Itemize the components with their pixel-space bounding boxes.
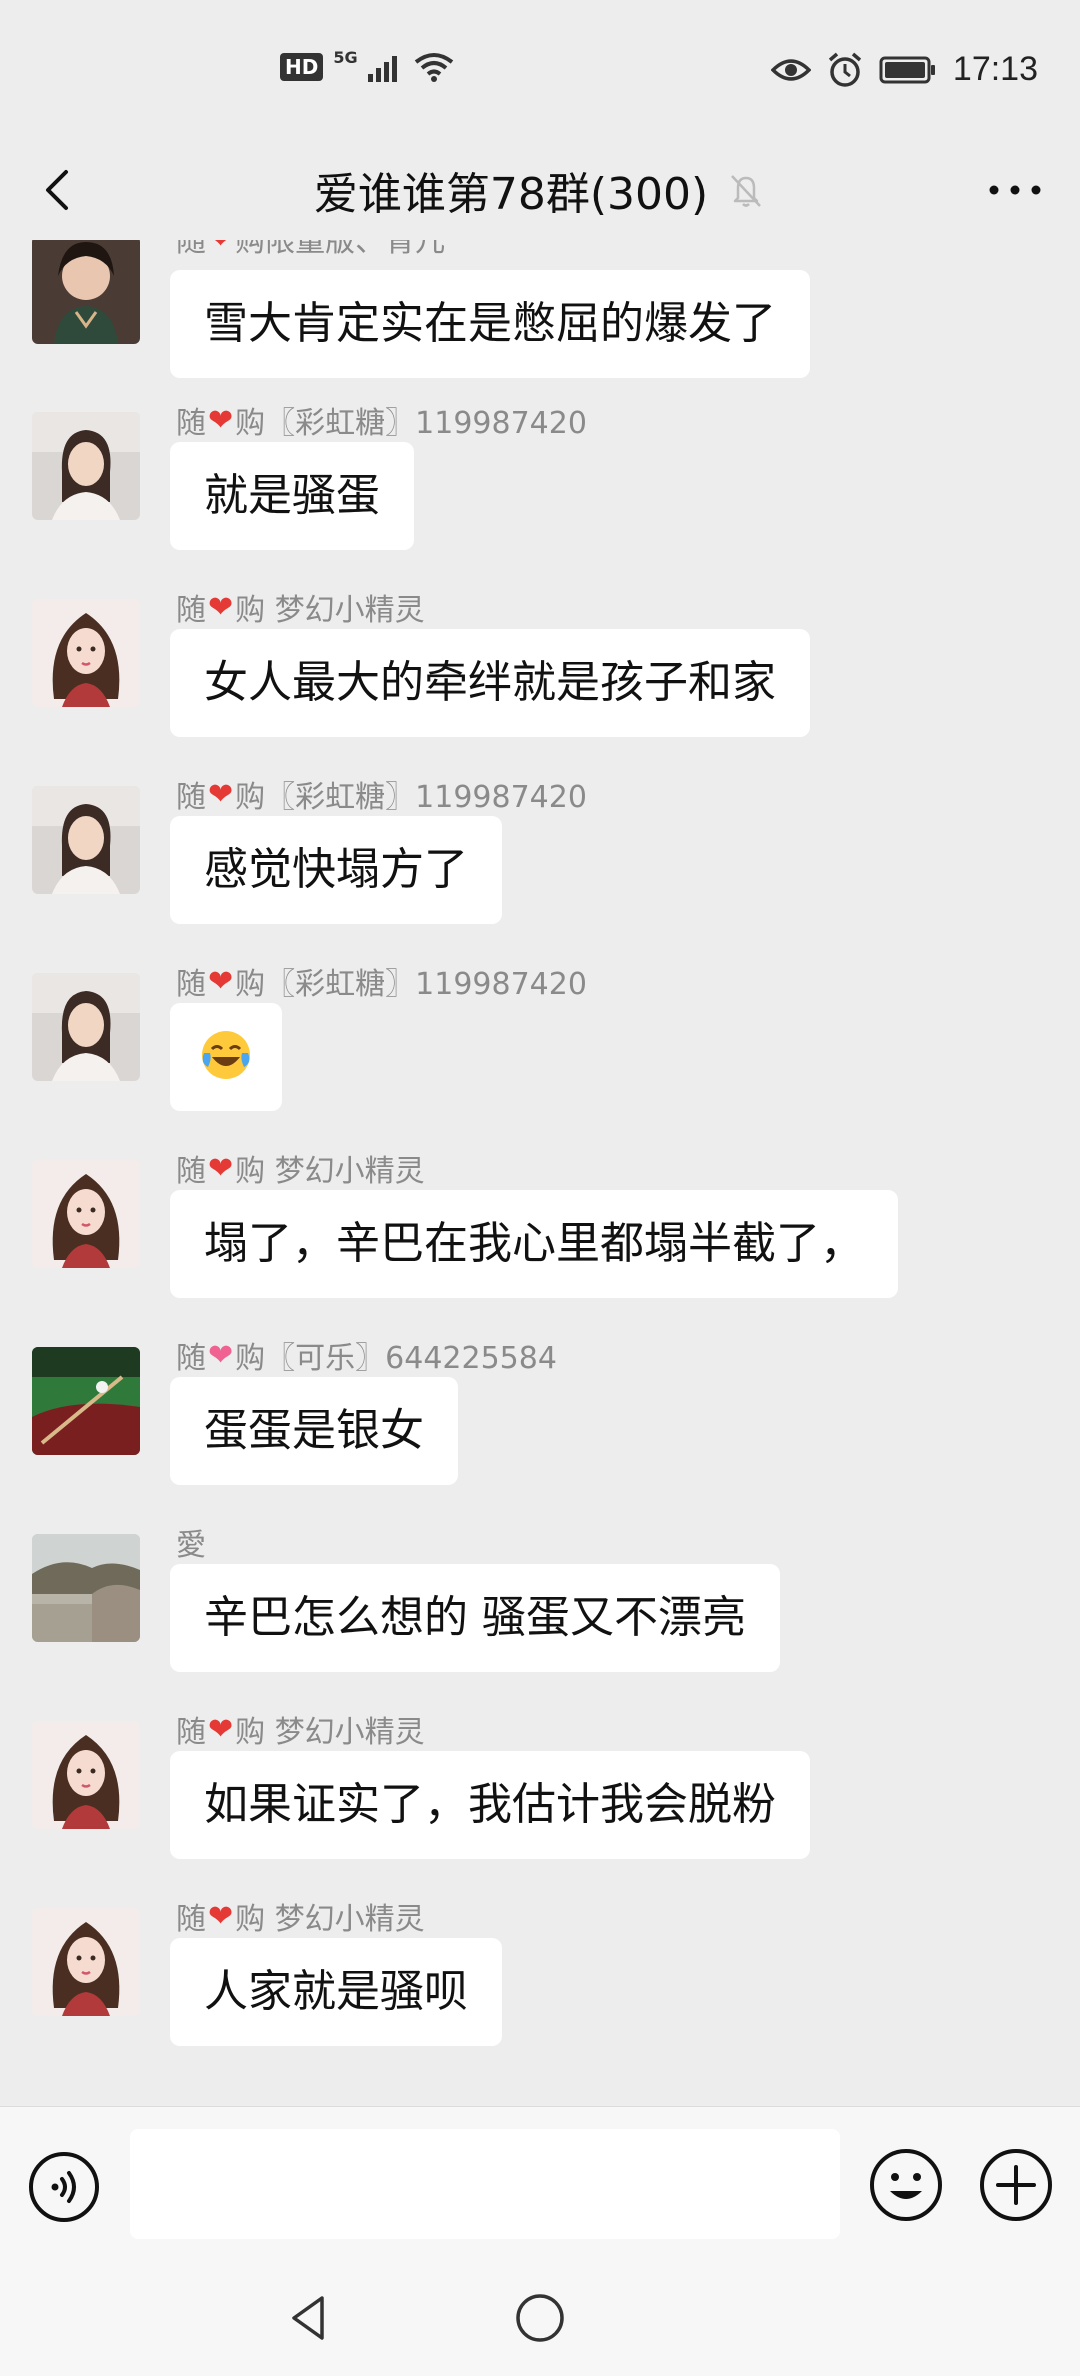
voice-icon[interactable] [28, 2151, 100, 2223]
status-bar: HD 5G 17:13 [0, 0, 1080, 150]
more-icon[interactable] [980, 160, 1050, 220]
message-bubble[interactable]: 人家就是骚呗 [170, 1938, 502, 2046]
message-bubble[interactable]: 就是骚蛋 [170, 442, 414, 550]
input-bar [0, 2106, 1080, 2267]
message-bubble[interactable]: 蛋蛋是银女 [170, 1377, 458, 1485]
heart-icon: ❤ [208, 963, 234, 999]
heart-icon: ❤ [208, 589, 234, 625]
message-bubble[interactable]: 辛巴怎么想的 骚蛋又不漂亮 [170, 1564, 780, 1672]
hd-badge: HD [280, 53, 324, 81]
sender-name: 随 ❤ 购 梦幻小精灵 [176, 1150, 425, 1190]
avatar-cartoon-girl[interactable] [32, 1160, 140, 1268]
avatar-cartoon-girl[interactable] [32, 1721, 140, 1829]
title-wrap: 爱谁谁第78群(300) [0, 140, 1080, 240]
message-bubble[interactable]: 女人最大的牵绊就是孩子和家 [170, 629, 810, 737]
heart-icon: ❤ [208, 240, 233, 256]
sender-name: 愛 [176, 1528, 206, 1563]
heart-icon: ❤ [208, 1150, 234, 1186]
mute-bell-icon [731, 175, 762, 207]
message-bubble[interactable]: 感觉快塌方了 [170, 816, 502, 924]
heart-icon: ❤ [208, 1898, 234, 1934]
sender-name: 随 ❤ 购 梦幻小精灵 [176, 589, 425, 629]
avatar-woman-photo[interactable] [32, 973, 140, 1081]
wifi-icon [414, 53, 453, 82]
system-navigation-bar [0, 2266, 1080, 2376]
avatar-woman-vintage[interactable] [32, 240, 140, 344]
avatar-woman-photo[interactable] [32, 786, 140, 894]
heart-icon: ❤ [208, 402, 234, 438]
plus-icon[interactable] [978, 2147, 1054, 2223]
heart-icon: ❤ [208, 1711, 234, 1747]
sender-name: 随 ❤ 购〖可乐〗644225584 [176, 1337, 557, 1377]
sender-name: 随❤购限量版、青儿 [176, 240, 445, 260]
battery-icon [879, 56, 935, 83]
sender-name: 随 ❤ 购 梦幻小精灵 [176, 1898, 425, 1938]
network-type: 5G [333, 47, 358, 67]
sender-name: 随 ❤ 购〖彩虹糖〗119987420 [176, 963, 587, 1003]
signal-icon [367, 56, 397, 82]
eye-icon [770, 58, 811, 81]
nav-back-triangle-icon[interactable] [282, 2290, 338, 2346]
avatar-landscape[interactable] [32, 1534, 140, 1642]
avatar-billiards[interactable] [32, 1347, 140, 1455]
sender-name: 随 ❤ 购〖彩虹糖〗119987420 [176, 776, 587, 816]
emoji-icon[interactable] [868, 2147, 944, 2223]
sender-name: 随 ❤ 购〖彩虹糖〗119987420 [176, 402, 587, 442]
status-time: 17:13 [952, 50, 1038, 88]
laughing-crying-emoji-icon [202, 1031, 250, 1079]
message-bubble[interactable]: 如果证实了，我估计我会脱粉 [170, 1751, 810, 1859]
heart-icon: ❤ [208, 1337, 234, 1373]
message-bubble[interactable]: 塌了，辛巴在我心里都塌半截了， [170, 1190, 898, 1298]
sender-name: 随 ❤ 购 梦幻小精灵 [176, 1711, 425, 1751]
chat-header: 爱谁谁第78群(300) [0, 140, 1080, 240]
alarm-icon [828, 52, 862, 87]
avatar-cartoon-girl[interactable] [32, 1908, 140, 2016]
avatar-cartoon-girl[interactable] [32, 599, 140, 707]
chat-title: 爱谁谁第78群(300) [313, 169, 709, 220]
message-bubble[interactable]: 雪大肯定实在是憋屈的爆发了 [170, 270, 810, 378]
message-bubble[interactable] [170, 1003, 282, 1111]
avatar-woman-photo[interactable] [32, 412, 140, 520]
message-input[interactable] [130, 2129, 840, 2239]
status-left: HD 5G [280, 48, 454, 82]
status-right: 17:13 [770, 50, 1038, 89]
chat-message-list[interactable]: 随❤购限量版、青儿 雪大肯定实在是憋屈的爆发了 随❤购〖彩虹糖〗11998742… [0, 240, 1080, 2106]
nav-home-circle-icon[interactable] [512, 2290, 568, 2346]
heart-icon: ❤ [208, 776, 234, 812]
